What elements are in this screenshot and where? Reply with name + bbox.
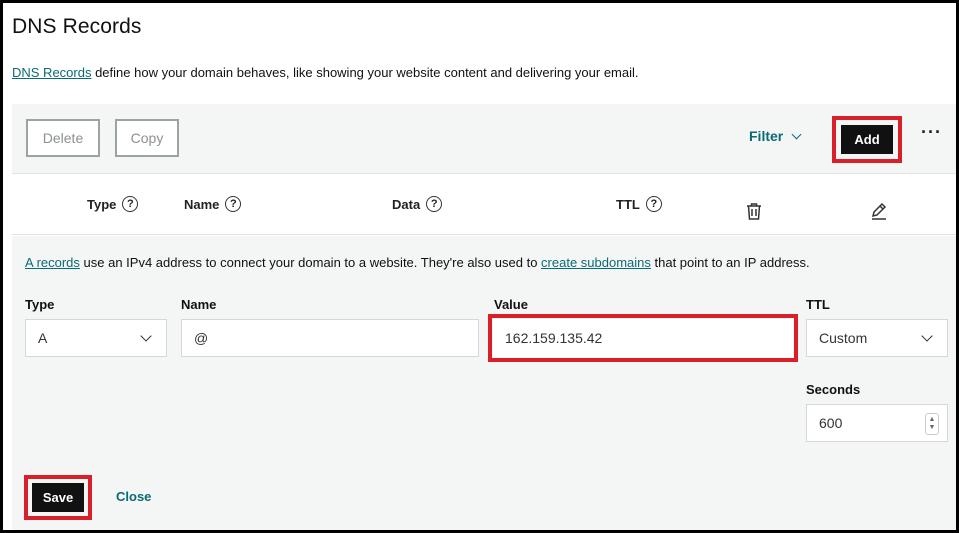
name-input-value: @ xyxy=(194,330,209,346)
column-name: Name ? xyxy=(184,196,242,212)
seconds-field-label: Seconds xyxy=(806,382,861,397)
intro-text: DNS Records define how your domain behav… xyxy=(12,65,639,80)
help-icon[interactable]: ? xyxy=(225,196,242,212)
chevron-down-icon xyxy=(921,330,933,342)
help-icon[interactable]: ? xyxy=(426,196,443,212)
value-field-label: Value xyxy=(494,297,528,312)
edit-pencil-icon[interactable] xyxy=(870,202,888,221)
chevron-down-icon xyxy=(140,330,152,342)
seconds-input[interactable]: 600 ▲ ▼ xyxy=(806,404,948,442)
column-type-label: Type xyxy=(87,196,117,212)
trash-icon[interactable] xyxy=(745,202,763,221)
ttl-select[interactable]: Custom xyxy=(806,319,948,357)
records-toolbar: Delete Copy Filter Add ··· xyxy=(12,104,956,174)
ttl-select-value: Custom xyxy=(819,330,868,346)
type-field-label: Type xyxy=(25,297,55,312)
a-records-link[interactable]: A records xyxy=(25,255,80,270)
dns-records-panel: DNS Records DNS Records define how your … xyxy=(3,3,956,530)
more-options-icon[interactable]: ··· xyxy=(921,122,942,143)
ttl-field-label: TTL xyxy=(806,297,830,312)
close-link[interactable]: Close xyxy=(116,489,151,504)
name-input[interactable]: @ xyxy=(181,319,479,357)
create-subdomains-link[interactable]: create subdomains xyxy=(541,255,651,270)
seconds-input-value: 600 xyxy=(819,415,843,431)
name-field-label: Name xyxy=(181,297,217,312)
value-input-value: 162.159.135.42 xyxy=(505,330,603,346)
save-button[interactable]: Save xyxy=(32,483,84,512)
column-name-label: Name xyxy=(184,196,220,212)
copy-button[interactable]: Copy xyxy=(115,119,179,157)
records-column-header: Type ? Name ? Data ? TTL ? xyxy=(12,175,956,235)
description-text-2: that point to an IP address. xyxy=(650,255,810,270)
dns-records-link[interactable]: DNS Records xyxy=(12,65,91,80)
type-select[interactable]: A xyxy=(25,319,167,357)
column-data-label: Data xyxy=(392,196,421,212)
chevron-down-icon xyxy=(791,129,802,139)
column-type: Type ? xyxy=(87,196,139,212)
description-text-1: use an IPv4 address to connect your doma… xyxy=(79,255,542,270)
stepper-icon[interactable]: ▲ ▼ xyxy=(925,413,939,435)
help-icon[interactable]: ? xyxy=(645,196,662,212)
delete-button[interactable]: Delete xyxy=(26,119,100,157)
help-icon[interactable]: ? xyxy=(122,196,139,212)
record-type-description: A records use an IPv4 address to connect… xyxy=(25,255,810,270)
filter-label: Filter xyxy=(749,128,784,144)
column-ttl-label: TTL xyxy=(616,196,640,212)
add-button[interactable]: Add xyxy=(841,125,893,154)
type-select-value: A xyxy=(38,330,48,346)
column-data: Data ? xyxy=(392,196,443,212)
column-ttl: TTL ? xyxy=(616,196,662,212)
value-input[interactable]: 162.159.135.42 xyxy=(493,319,793,357)
filter-dropdown[interactable]: Filter xyxy=(749,128,802,144)
page-title: DNS Records xyxy=(12,15,142,38)
intro-description: define how your domain behaves, like sho… xyxy=(91,65,639,80)
record-edit-form: A records use an IPv4 address to connect… xyxy=(12,236,956,530)
